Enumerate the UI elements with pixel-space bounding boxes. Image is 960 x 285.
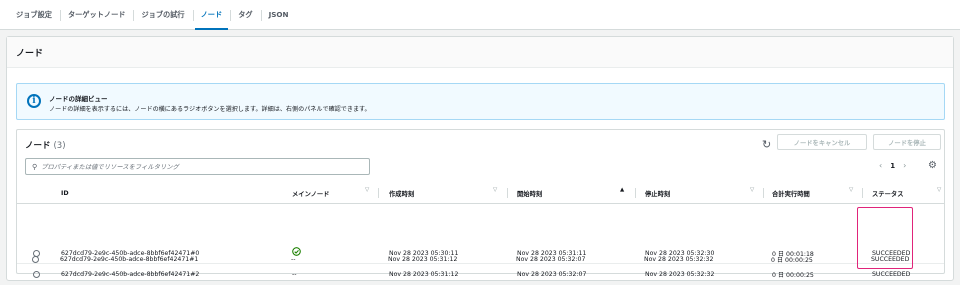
col-header-started[interactable]: 開始時刻 — [517, 182, 542, 204]
stop-node-button[interactable]: ノードを停止 — [873, 134, 941, 150]
filter-placeholder: プロパティまたは値でリソースをフィルタリング — [41, 164, 179, 171]
main-node-value: -- — [291, 256, 296, 263]
started-time: Nov 28 2023 05:32:07 — [516, 256, 586, 263]
chevron-left-icon[interactable]: ‹ — [879, 161, 882, 170]
tab-tags[interactable]: タグ — [230, 0, 260, 30]
sort-icon[interactable]: ▽ — [493, 187, 497, 193]
sort-ascending-icon[interactable]: ▲ — [620, 187, 624, 193]
table-title: ノード (3) — [25, 139, 66, 151]
nodes-panel: ノード i ノードの詳細ビュー ノードの詳細を表示するには、ノードの横にあるラジ… — [6, 36, 954, 281]
col-header-status[interactable]: ステータス — [872, 182, 903, 204]
row-radio[interactable] — [32, 256, 39, 263]
sort-icon[interactable]: ▽ — [849, 187, 853, 193]
tab-nodes[interactable]: ノード — [192, 0, 231, 30]
info-icon: i — [27, 94, 41, 108]
table-count: (3) — [53, 141, 66, 151]
table-header: ID メインノード ▽ 作成時刻 ▽ 開始時刻 ▲ 停止時刻 ▽ 合計実行時間 … — [17, 182, 944, 204]
tab-target-nodes[interactable]: ターゲットノード — [59, 0, 134, 30]
tab-job-attempts[interactable]: ジョブの試行 — [133, 0, 192, 30]
status-highlight-box — [857, 207, 913, 269]
total-duration: 0 日 00:00:25 — [771, 257, 813, 264]
table-row[interactable]: 627dcd79-2e9c-450b-adce-8bbf6ef42471#1 -… — [16, 249, 943, 270]
page-number[interactable]: 1 — [890, 162, 895, 170]
settings-gear-icon[interactable]: ⚙ — [928, 160, 937, 171]
created-time: Nov 28 2023 05:31:12 — [388, 256, 458, 263]
col-header-stopped[interactable]: 停止時刻 — [645, 182, 670, 204]
tab-json[interactable]: JSON — [260, 0, 297, 30]
sort-icon[interactable]: ▽ — [937, 187, 941, 193]
cancel-node-button[interactable]: ノードをキャンセル — [777, 134, 867, 150]
column-divider[interactable] — [507, 188, 508, 198]
sort-icon[interactable]: ▽ — [365, 187, 369, 193]
sort-icon[interactable]: ▽ — [750, 187, 754, 193]
col-header-duration[interactable]: 合計実行時間 — [772, 182, 810, 204]
column-divider[interactable] — [862, 188, 863, 198]
filter-input[interactable]: ⚲ プロパティまたは値でリソースをフィルタリング — [25, 158, 370, 175]
col-header-created[interactable]: 作成時刻 — [389, 182, 414, 204]
table-title-label: ノード — [25, 141, 51, 151]
col-header-main-node[interactable]: メインノード — [292, 182, 329, 204]
chevron-right-icon[interactable]: › — [903, 161, 906, 170]
column-divider[interactable] — [635, 188, 636, 198]
search-icon: ⚲ — [32, 162, 38, 171]
row-radio[interactable] — [33, 271, 40, 278]
stopped-time: Nov 28 2023 05:32:32 — [644, 256, 714, 263]
node-id: 627dcd79-2e9c-450b-adce-8bbf6ef42471#1 — [60, 256, 199, 263]
tab-bar: ジョブ設定 ターゲットノード ジョブの試行 ノード タグ JSON — [0, 0, 960, 30]
column-divider[interactable] — [763, 188, 764, 198]
info-title: ノードの詳細ビュー — [49, 95, 108, 103]
panel-title: ノード — [7, 37, 953, 68]
info-alert: i ノードの詳細ビュー ノードの詳細を表示するには、ノードの横にあるラジオボタン… — [16, 83, 945, 120]
column-divider[interactable] — [378, 188, 379, 198]
pagination: ‹ 1 › — [879, 161, 906, 170]
info-text: ノードの詳細を表示するには、ノードの横にあるラジオボタンを選択します。詳細は、右… — [49, 106, 371, 113]
col-header-id[interactable]: ID — [61, 182, 69, 204]
refresh-icon[interactable]: ↻ — [762, 138, 771, 151]
tab-job-settings[interactable]: ジョブ設定 — [8, 0, 60, 30]
